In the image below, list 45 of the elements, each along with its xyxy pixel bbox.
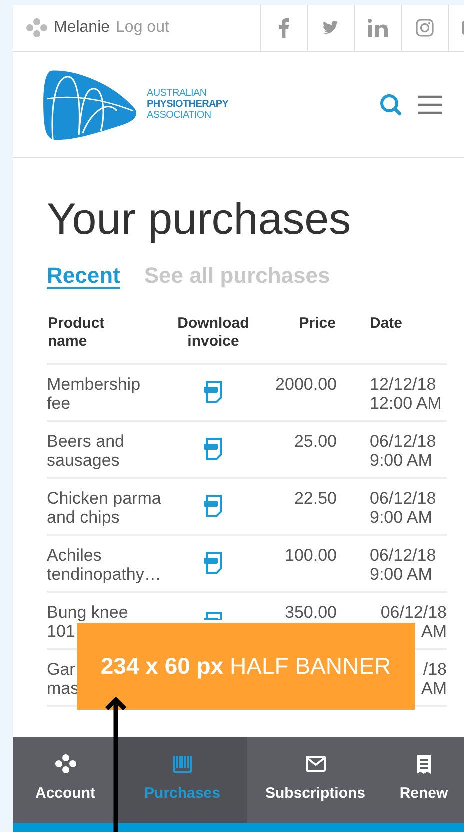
purchase-date: 06/12/18 9:00 AM xyxy=(370,432,436,470)
price: 350.00 xyxy=(285,602,337,622)
column-header: Product name xyxy=(48,314,106,351)
price: 22.50 xyxy=(294,488,337,508)
nav-tab[interactable]: Renew xyxy=(384,737,464,823)
column-header: Price xyxy=(299,314,336,333)
product-name: Beers and sausages xyxy=(47,432,124,470)
history-tab[interactable]: Recent xyxy=(47,258,120,292)
nav-tab[interactable]: Account xyxy=(13,737,118,823)
facebook-icon[interactable] xyxy=(279,18,289,38)
product-name: Chicken parma and chips xyxy=(47,488,162,527)
pdf-icon[interactable] xyxy=(204,380,224,403)
barcode-icon xyxy=(172,754,194,776)
nav-tab[interactable]: Purchases xyxy=(118,737,247,823)
column-header: Download invoice xyxy=(176,314,250,351)
logo-icon xyxy=(43,68,139,140)
logo-text: ASSOCIATION xyxy=(147,110,212,121)
logo-text: AUSTRALIAN xyxy=(147,88,208,99)
product-name: Membership fee xyxy=(47,374,141,413)
purchase-date: 12/12/18 12:00 AM xyxy=(370,374,442,413)
linkedin-icon[interactable] xyxy=(368,19,388,37)
pdf-icon[interactable] xyxy=(204,552,224,574)
page-title: Your purchases xyxy=(47,194,352,246)
pdf-icon[interactable] xyxy=(204,438,224,460)
menu-icon[interactable] xyxy=(418,94,442,114)
bird-icon[interactable] xyxy=(322,21,340,35)
purchase-date: 06/12/18 9:00 AM xyxy=(370,546,436,584)
nav-tab[interactable]: Subscriptions xyxy=(247,737,384,823)
price: 25.00 xyxy=(294,432,337,451)
pdf-icon[interactable] xyxy=(204,494,224,517)
user-name: Melanie xyxy=(54,18,110,38)
price: 100.00 xyxy=(285,546,337,565)
user-icon xyxy=(26,18,48,38)
purchase-date: /18 AM xyxy=(422,660,447,698)
account-icon xyxy=(54,754,76,776)
product-name: Achiles tendinopathy… xyxy=(47,546,162,584)
purchase-date: 06/12/18 9:00 AM xyxy=(370,488,436,527)
logout-link[interactable]: Log out xyxy=(116,16,170,40)
column-header: Date xyxy=(370,314,403,333)
logo-text: PHYSIOTHERAPY xyxy=(147,99,229,110)
price: 2000.00 xyxy=(276,374,337,394)
half-banner: 234 x 60 px HALF BANNER xyxy=(77,623,415,710)
search-icon[interactable] xyxy=(380,94,402,116)
camera-icon[interactable] xyxy=(416,19,434,37)
pdf-icon[interactable] xyxy=(204,612,224,620)
